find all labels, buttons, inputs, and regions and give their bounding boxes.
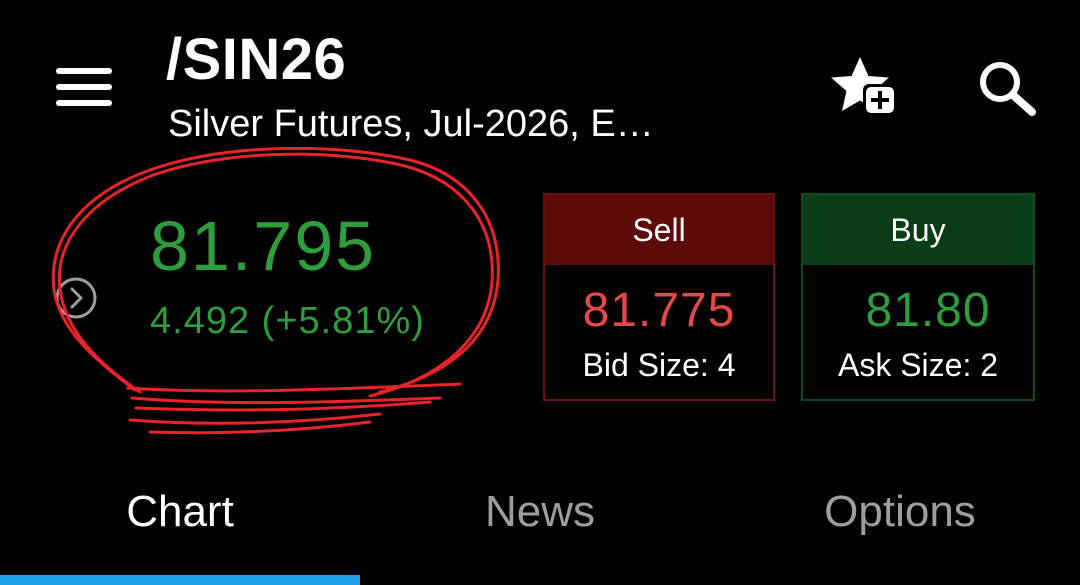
chevron-right-circle-icon (55, 277, 97, 319)
bid-size: Bid Size: 4 (582, 347, 736, 383)
add-to-watchlist-button[interactable] (830, 54, 898, 118)
price-change: 4.492 (+5.81%) (150, 300, 425, 342)
tab-news[interactable]: News (360, 484, 720, 540)
tab-chart[interactable]: Chart (0, 484, 360, 540)
instrument-description: Silver Futures, Jul-2026, E… (168, 103, 654, 145)
star-add-icon (831, 57, 897, 116)
ask-price: 81.80 (865, 284, 991, 337)
bid-price: 81.775 (582, 284, 736, 337)
tab-options[interactable]: Options (720, 484, 1080, 540)
buy-label: Buy (803, 195, 1033, 265)
sell-label: Sell (545, 195, 773, 265)
menu-button[interactable] (56, 68, 112, 108)
sell-button[interactable]: Sell 81.775 Bid Size: 4 (543, 193, 775, 401)
symbol-title: /SIN26 (166, 27, 347, 92)
buy-button[interactable]: Buy 81.80 Ask Size: 2 (801, 193, 1035, 401)
search-button[interactable] (976, 58, 1040, 118)
expand-quote-button[interactable] (54, 276, 98, 320)
last-price: 81.795 (150, 207, 377, 285)
active-tab-indicator (0, 575, 360, 585)
ask-size: Ask Size: 2 (837, 347, 999, 383)
hand-drawn-circle-annotation (51, 146, 500, 435)
hamburger-menu-icon (56, 68, 112, 74)
search-icon (980, 62, 1036, 116)
